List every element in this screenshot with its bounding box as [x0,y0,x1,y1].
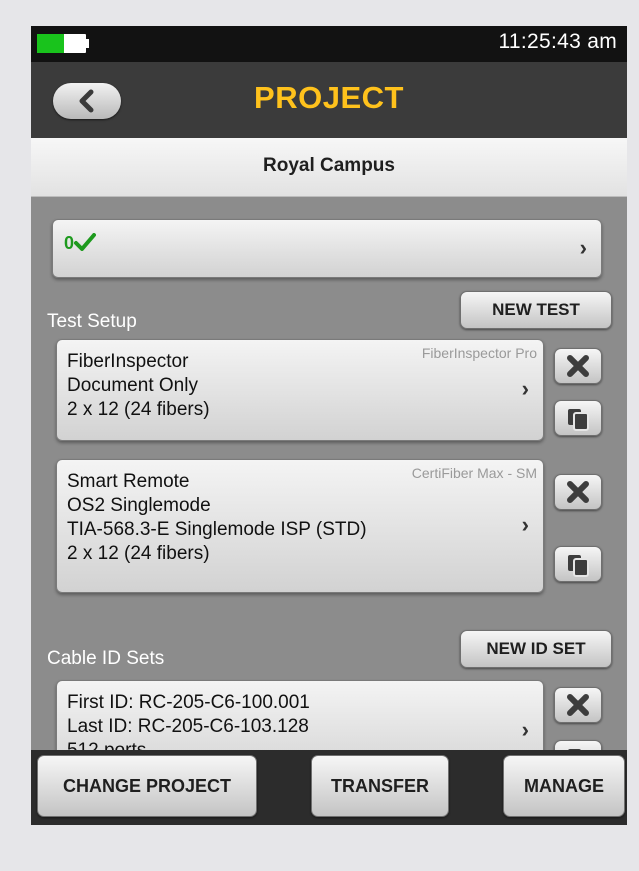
project-name: Royal Campus [263,155,395,176]
copy-icon [568,749,581,750]
battery-tip [86,39,89,48]
project-content: 0 › Test Setup NEW TEST FiberInspector P… [31,197,627,750]
id-set-line: Last ID: RC-205-C6-103.128 [67,716,309,737]
setup-line: Document Only [67,375,198,396]
chevron-right-icon: › [521,376,529,401]
checkmark-icon [74,233,97,251]
copy-icon [568,555,589,577]
tester-screen: 11:25:43 am PROJECT Royal Campus 0 › Tes… [31,26,627,825]
new-test-button[interactable]: NEW TEST [460,291,612,329]
clock: 11:25:43 am [498,30,617,53]
id-set-line: 512 ports [67,740,146,750]
footer-toolbar: CHANGE PROJECT TRANSFER MANAGE [31,750,627,825]
test-setup-label: Test Setup [47,311,137,332]
delete-test-button[interactable] [554,474,602,510]
setup-line: OS2 Singlemode [67,495,211,516]
cable-id-sets-label: Cable ID Sets [47,648,165,669]
title-bar: PROJECT [31,62,627,138]
transfer-button[interactable]: TRANSFER [311,755,449,817]
chevron-right-icon: › [579,235,587,260]
setup-line: 2 x 12 (24 fibers) [67,399,210,420]
setup-line: 2 x 12 (24 fibers) [67,543,210,564]
change-project-button[interactable]: CHANGE PROJECT [37,755,257,817]
test-setup-item[interactable]: FiberInspector Pro FiberInspector Docume… [56,339,544,441]
close-icon [567,355,589,377]
copy-id-set-button[interactable] [554,740,602,750]
test-setup-item[interactable]: CertiFiber Max - SM Smart Remote OS2 Sin… [56,459,544,593]
status-bar: 11:25:43 am [31,26,627,62]
setup-line: Smart Remote [67,471,190,492]
copy-icon [568,409,589,431]
device-model: CertiFiber Max - SM [411,465,537,481]
cable-id-set-item[interactable]: First ID: RC-205-C6-100.001 Last ID: RC-… [56,680,544,750]
close-icon [567,694,589,716]
chevron-right-icon: › [521,512,529,537]
id-set-line: First ID: RC-205-C6-100.001 [67,692,310,713]
results-summary-row[interactable]: 0 › [52,219,602,278]
copy-test-button[interactable] [554,546,602,582]
device-model: FiberInspector Pro [421,345,537,361]
close-icon [567,481,589,503]
page-title: PROJECT [254,80,404,115]
setup-line: TIA-568.3-E Singlemode ISP (STD) [67,519,367,540]
pass-count-value: 0 [64,233,75,253]
manage-button[interactable]: MANAGE [503,755,625,817]
new-id-set-button[interactable]: NEW ID SET [460,630,612,668]
copy-test-button[interactable] [554,400,602,436]
battery-icon [37,34,86,53]
delete-test-button[interactable] [554,348,602,384]
pass-count: 0 [64,233,97,254]
chevron-right-icon: › [521,717,529,742]
project-name-bar: Royal Campus [31,138,627,197]
setup-line: FiberInspector [67,351,189,372]
delete-id-set-button[interactable] [554,687,602,723]
